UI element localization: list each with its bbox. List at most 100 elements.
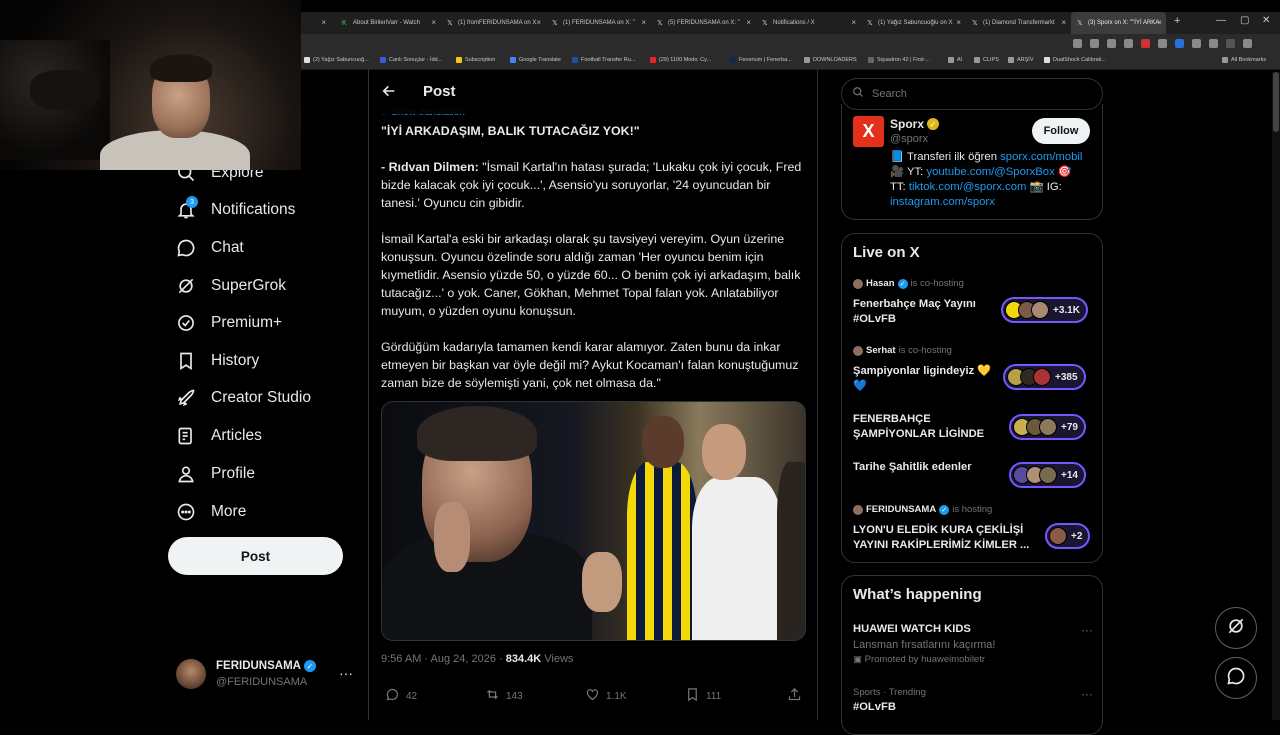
image-figure [627, 462, 697, 640]
browser-tab[interactable]: 𝕏 (1) FERIDUNSAMA on X: " × [546, 12, 650, 34]
search-box[interactable] [841, 78, 1103, 110]
avatar [853, 278, 863, 289]
maximize-icon[interactable]: ▢ [1240, 15, 1249, 26]
zoom-icon[interactable] [1090, 39, 1099, 48]
bookmark-item[interactable]: Google Translate [510, 57, 561, 63]
close-tab-icon[interactable]: × [1061, 18, 1066, 27]
page-scrollbar[interactable] [1272, 72, 1280, 720]
avatar [1049, 527, 1067, 545]
bio-link[interactable]: sporx.com/mobil [1000, 151, 1082, 163]
bookmark-favicon-icon [730, 57, 736, 63]
browser-tab[interactable]: 𝕏 (1) Yağız Sabuncuoğlu on X × [861, 12, 965, 34]
new-tab-button[interactable]: + [1174, 15, 1180, 27]
share-icon[interactable] [1107, 39, 1116, 48]
trend-item[interactable]: HUAWEI WATCH KIDS Lansman fırsatlarını k… [853, 623, 1093, 665]
bio-link[interactable]: instagram.com/sporx [890, 196, 995, 208]
live-listeners-pill[interactable]: +14 [1009, 462, 1086, 488]
bookmark-item[interactable]: Squadron 42 | First-... [868, 57, 930, 63]
folder-icon [974, 57, 980, 63]
nav-articles[interactable]: Articles [176, 421, 262, 451]
grok-button[interactable] [1215, 607, 1257, 649]
minimize-icon[interactable]: — [1216, 15, 1226, 26]
live-listeners-pill[interactable]: +79 [1009, 414, 1086, 440]
close-tab-icon[interactable]: × [956, 18, 961, 27]
close-tab-icon[interactable]: × [641, 18, 646, 27]
close-tab-icon[interactable]: × [746, 18, 751, 27]
browser-tab[interactable]: 𝕏 (5) FERIDUNSAMA on X: " × [651, 12, 755, 34]
account-more-icon[interactable]: ··· [339, 665, 353, 681]
live-listeners-pill[interactable]: +385 [1003, 364, 1086, 390]
search-input[interactable] [870, 87, 1070, 101]
close-tab-icon[interactable]: × [1157, 18, 1162, 27]
browser-tab[interactable]: 𝕏 (1) fromFERIDUNSAMA on X × [441, 12, 545, 34]
chat-button[interactable] [1215, 657, 1257, 699]
extension-icon[interactable] [1158, 39, 1167, 48]
nav-premium[interactable]: Premium+ [176, 308, 282, 338]
profile-icon[interactable] [1226, 39, 1235, 48]
repost-button[interactable]: 143 [485, 687, 523, 705]
nav-creator-studio[interactable]: Creator Studio [176, 383, 311, 413]
nav-profile[interactable]: Profile [176, 459, 255, 489]
nav-chat[interactable]: Chat [176, 233, 244, 263]
browser-tab[interactable]: 𝕏 Notifications / X × [756, 12, 860, 34]
close-window-icon[interactable]: ✕ [1262, 15, 1270, 26]
extension-icon[interactable] [1141, 39, 1150, 48]
bookmark-button[interactable]: 111 [685, 687, 721, 705]
nav-history[interactable]: History [176, 346, 259, 376]
translate-icon[interactable] [1073, 39, 1082, 48]
sporx-logo-icon[interactable]: X [853, 116, 884, 147]
close-tab-icon[interactable]: × [536, 18, 541, 27]
browser-tab[interactable]: 𝕏 (1) Diamond Transfermarkt × [966, 12, 1070, 34]
bookmark-folder[interactable]: ARŞİV [1008, 57, 1034, 63]
scrollbar-thumb[interactable] [1273, 72, 1279, 132]
bookmark-item[interactable]: (2) Yağız Sabuncuoğ... [304, 57, 369, 63]
star-icon[interactable] [1124, 39, 1133, 48]
live-listeners-pill[interactable]: +2 [1045, 523, 1091, 549]
live-item[interactable]: FERIDUNSAMA ✓ is hosting LYON'U ELEDİK KUR… [853, 504, 1093, 551]
account-switcher[interactable]: FERIDUNSAMA ✓ @FERIDUNSAMA ··· [176, 659, 356, 691]
x-logo-icon: 𝕏 [552, 19, 558, 27]
back-arrow-icon[interactable] [381, 83, 397, 99]
bookmark-item[interactable]: (29) 1100 Mods: Cy... [650, 57, 711, 63]
nav-more[interactable]: More [176, 497, 246, 527]
bookmark-item[interactable]: Fenerium | Fenerba... [730, 57, 792, 63]
nav-supergrok[interactable]: SuperGrok [176, 271, 286, 301]
bookmark-folder[interactable]: AI [948, 57, 962, 63]
bookmarks-bar: (2) Yağız Sabuncuoğ... Canlı Sonuçlar - … [300, 54, 1280, 70]
bookmark-item[interactable]: Subscription [456, 57, 495, 63]
all-bookmarks[interactable]: All Bookmarks [1222, 57, 1266, 63]
trend-item[interactable]: Sports · Trending #OLvFB ··· [853, 687, 1093, 713]
bio-link[interactable]: youtube.com/@SporxBox [926, 166, 1054, 178]
bookmark-folder[interactable]: DOWNLOADERS [804, 57, 857, 63]
browser-tab-active[interactable]: 𝕏 (3) Sporx on X: ""İYİ ARKA × [1071, 12, 1166, 34]
more-options-icon[interactable]: ··· [1081, 687, 1093, 701]
bookmark-folder[interactable]: CLIPS [974, 57, 999, 63]
menu-icon[interactable] [1243, 39, 1252, 48]
extension-icon[interactable] [1175, 39, 1184, 48]
post-image[interactable] [381, 401, 806, 641]
extension-icon[interactable] [1192, 39, 1201, 48]
close-tab-icon[interactable]: × [431, 18, 436, 27]
bookmark-item[interactable]: DualShock Calibrati... [1044, 57, 1106, 63]
bio-link[interactable]: tiktok.com/@sporx.com [909, 181, 1027, 193]
share-button[interactable] [787, 687, 802, 705]
browser-tab[interactable]: K About BirileriVarr - Watch × [336, 12, 440, 34]
close-tab-icon[interactable]: × [851, 18, 856, 27]
live-item[interactable]: Hasan ✓ is co-hosting Fenerbahçe Maç Yayın… [853, 278, 1093, 325]
live-item[interactable]: Serhat is co-hosting Şampiyonlar ligindey… [853, 345, 1093, 392]
follow-button[interactable]: Follow [1032, 118, 1090, 144]
live-listeners-pill[interactable]: +3.1K [1001, 297, 1088, 323]
profile-name-row[interactable]: Sporx ✓ [890, 117, 940, 131]
like-button[interactable]: 1.1K [585, 687, 627, 705]
post-timestamp[interactable]: 9:56 AM · Aug 24, 2026 · [381, 653, 506, 665]
close-tab-icon[interactable]: × [321, 18, 326, 27]
bookmark-item[interactable]: Football Transfer Ru... [572, 57, 635, 63]
post-button[interactable]: Post [168, 537, 343, 575]
browser-tab-pinned[interactable]: × [300, 12, 330, 34]
extensions-puzzle-icon[interactable] [1209, 39, 1218, 48]
reply-button[interactable]: 42 [385, 687, 417, 705]
share-icon [787, 687, 802, 705]
live-title: Tarihe Şahitlik edenler [853, 461, 972, 473]
more-options-icon[interactable]: ··· [1081, 623, 1093, 637]
bookmark-item[interactable]: Canlı Sonuçlar - İdd... [380, 57, 442, 63]
